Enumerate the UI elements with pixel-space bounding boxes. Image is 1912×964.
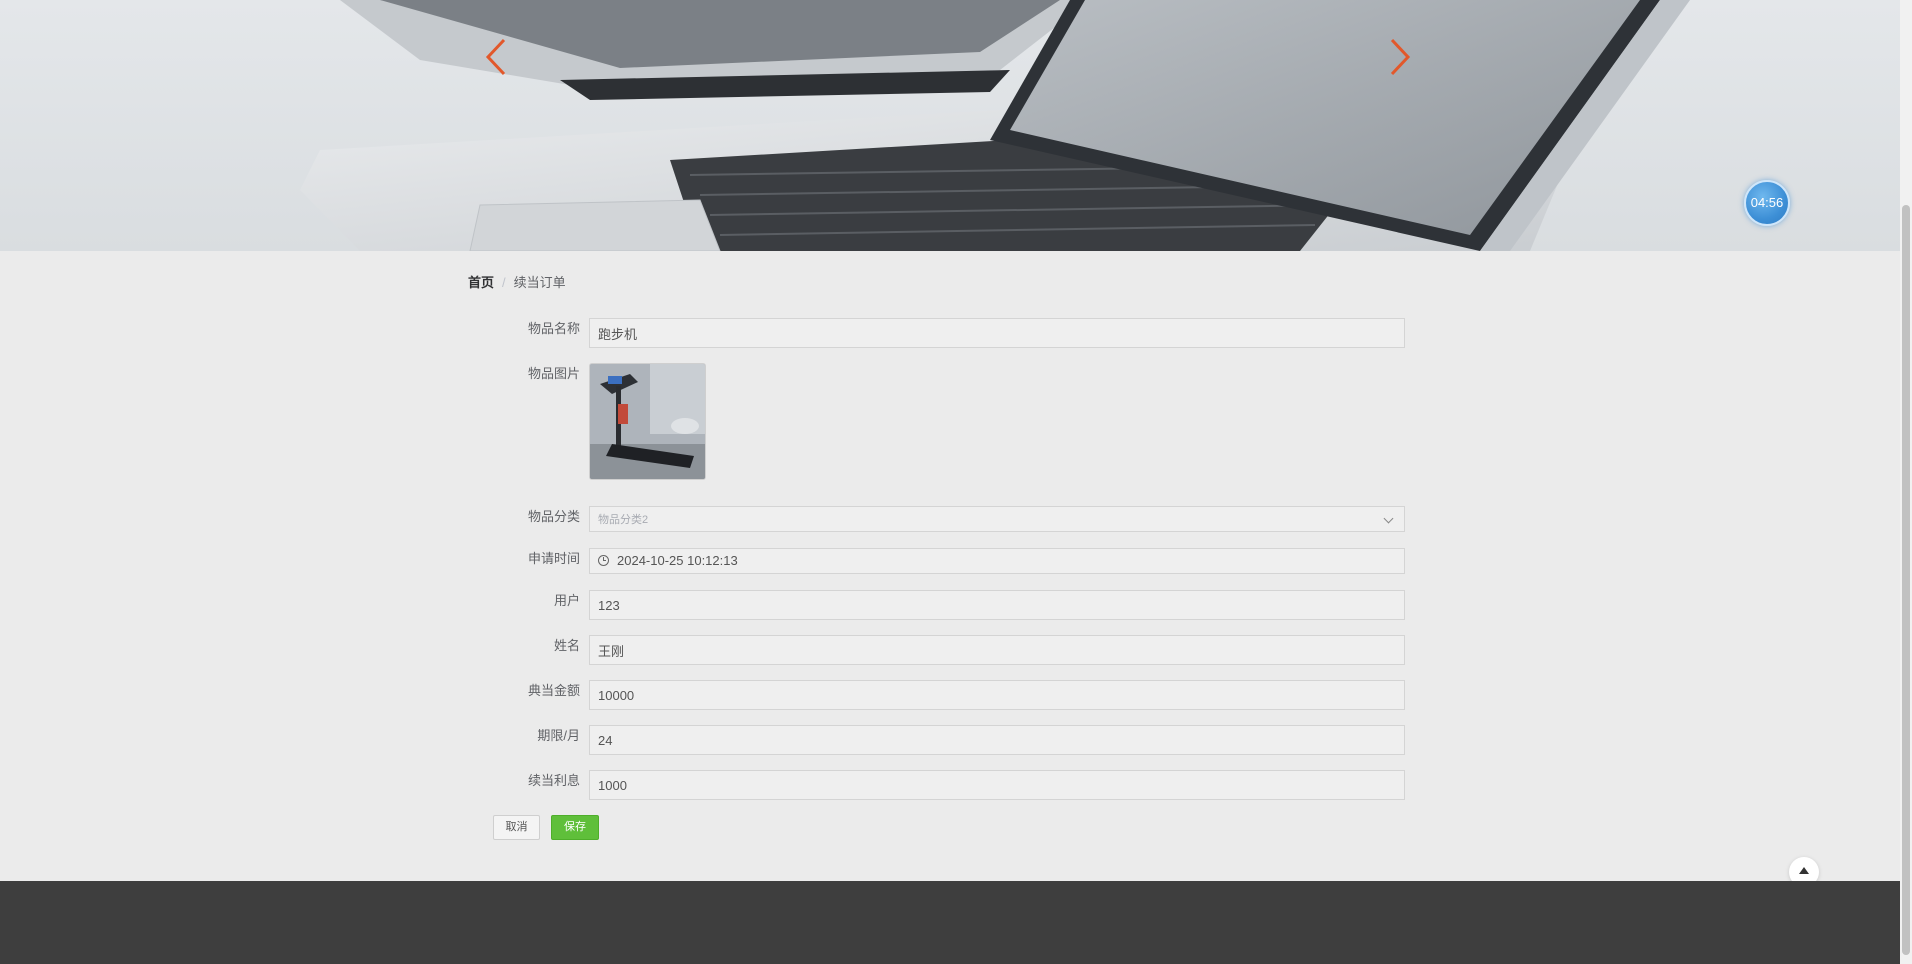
term-months-label: 期限/月: [537, 728, 580, 743]
treadmill-image: [590, 364, 705, 479]
timer-badge[interactable]: 04:56: [1744, 180, 1790, 226]
name-label: 姓名: [553, 638, 580, 653]
form-row-user: 用户: [490, 590, 1405, 620]
breadcrumb-home[interactable]: 首页: [468, 275, 494, 290]
carousel-next-button[interactable]: [1386, 36, 1414, 78]
chevron-left-icon: [485, 38, 506, 76]
laptop-banner-image: [0, 0, 1900, 251]
clock-icon: [598, 555, 609, 566]
save-button[interactable]: 保存: [551, 815, 599, 840]
user-label: 用户: [553, 593, 580, 608]
item-category-label: 物品分类: [527, 509, 580, 524]
form-row-pawn-amount: 典当金额: [490, 680, 1405, 710]
breadcrumb-current: 续当订单: [513, 275, 566, 290]
renewal-interest-input[interactable]: [589, 770, 1405, 800]
apply-time-picker[interactable]: 2024-10-25 10:12:13: [589, 548, 1405, 574]
page: 04:56 首页 / 续当订单 物品名称 物品图片 物品分类: [0, 0, 1912, 964]
item-image[interactable]: [589, 363, 706, 480]
chevron-right-icon: [1390, 38, 1411, 76]
form-row-item-image: 物品图片: [490, 363, 1405, 483]
form-row-term-months: 期限/月: [490, 725, 1405, 755]
footer: [0, 881, 1900, 964]
page-scrollbar[interactable]: [1900, 0, 1912, 964]
item-category-select[interactable]: 物品分类2: [589, 506, 1405, 532]
item-image-label: 物品图片: [527, 366, 580, 381]
chevron-down-icon: [1383, 513, 1394, 524]
scrollbar-thumb[interactable]: [1902, 205, 1910, 955]
item-name-label: 物品名称: [527, 321, 580, 336]
form-row-item-name: 物品名称: [490, 318, 1405, 348]
breadcrumb-separator: /: [502, 275, 506, 290]
form-row-item-category: 物品分类 物品分类2: [490, 506, 1405, 532]
item-category-value: 物品分类2: [598, 514, 649, 526]
banner-carousel: 04:56: [0, 0, 1900, 251]
pawn-amount-input[interactable]: [589, 680, 1405, 710]
pawn-amount-label: 典当金额: [527, 683, 580, 698]
term-months-input[interactable]: [589, 725, 1405, 755]
form-row-name: 姓名: [490, 635, 1405, 665]
caret-up-icon: [1799, 867, 1809, 874]
cancel-button[interactable]: 取消: [493, 815, 540, 840]
item-name-input[interactable]: [589, 318, 1405, 348]
name-input[interactable]: [589, 635, 1405, 665]
renewal-interest-label: 续当利息: [527, 773, 580, 788]
form-row-renewal-interest: 续当利息: [490, 770, 1405, 800]
carousel-prev-button[interactable]: [482, 36, 510, 78]
apply-time-value: 2024-10-25 10:12:13: [617, 553, 738, 568]
form-row-apply-time: 申请时间 2024-10-25 10:12:13: [490, 548, 1405, 574]
user-input[interactable]: [589, 590, 1405, 620]
breadcrumb: 首页 / 续当订单: [468, 272, 566, 291]
apply-time-label: 申请时间: [527, 551, 580, 566]
